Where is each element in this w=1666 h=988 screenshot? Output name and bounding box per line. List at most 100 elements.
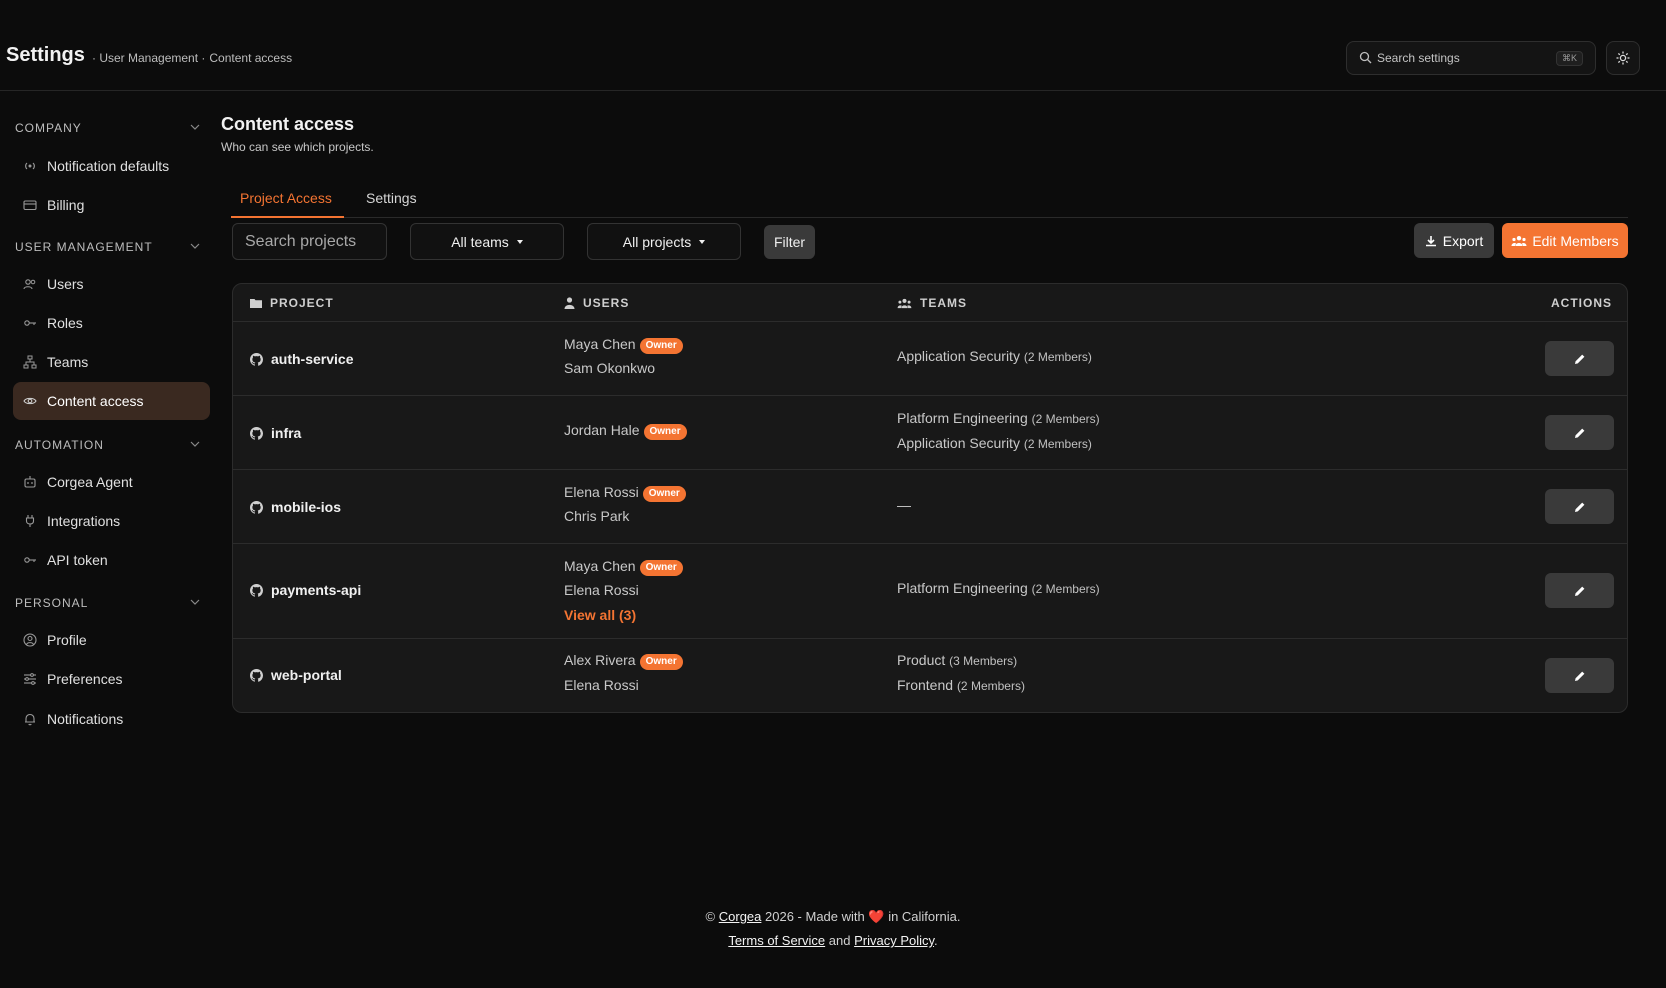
filter-button[interactable]: Filter [764,225,815,259]
owner-badge: Owner [639,560,683,576]
view-all-users-link[interactable]: View all (3) [564,607,636,623]
pencil-icon [1574,671,1584,681]
user-name[interactable]: Jordan Hale [564,422,640,438]
sun-icon [1616,51,1630,65]
section-user-management[interactable]: USER MANAGEMENT [15,240,200,260]
table-header: PROJECT USERS TEAMS ACTIONS [233,284,1627,322]
tab-project-access[interactable]: Project Access [231,190,344,218]
edit-members-label: Edit Members [1532,232,1619,249]
key-icon [24,557,36,563]
team-entry: Application Security (2 Members) [897,435,1092,451]
edit-row-button[interactable] [1545,573,1614,608]
sidebar-item-roles[interactable]: Roles [13,304,210,342]
section-company[interactable]: COMPANY [15,121,200,141]
section-company-label: COMPANY [15,121,82,135]
project-search[interactable] [232,223,387,260]
sidebar-item-label: Corgea Agent [47,474,133,490]
project-name[interactable]: payments-api [250,582,361,598]
edit-members-button[interactable]: Edit Members [1502,223,1628,258]
tab-settings[interactable]: Settings [366,190,417,218]
user-name[interactable]: Elena Rossi [564,677,639,693]
chevron-down-icon [190,599,200,605]
team-name[interactable]: Product [897,652,945,668]
sidebar-item-api-token[interactable]: API token [13,541,210,579]
team-name[interactable]: Application Security [897,435,1020,451]
project-name[interactable]: mobile-ios [250,499,341,515]
corgea-link[interactable]: Corgea [719,909,762,924]
section-automation[interactable]: AUTOMATION [15,438,200,458]
project-name[interactable]: infra [250,425,301,441]
team-name[interactable]: Frontend [897,677,953,693]
user-name[interactable]: Chris Park [564,508,629,524]
project-search-input[interactable] [245,232,375,251]
teams-select[interactable]: All teams [410,223,564,260]
team-member-count: (2 Members) [956,679,1025,693]
team-name[interactable]: Platform Engineering [897,580,1028,596]
user-name[interactable]: Sam Okonkwo [564,360,655,376]
column-actions: ACTIONS [1551,296,1612,310]
sidebar-item-teams[interactable]: Teams [13,343,210,381]
users-group-icon [1511,235,1527,246]
project-name[interactable]: auth-service [250,351,353,367]
chevron-down-icon [190,243,200,249]
table-row: payments-api Maya Chen Owner Elena Rossi … [233,544,1627,639]
edit-row-button[interactable] [1545,341,1614,376]
page-title: Settings [6,44,85,66]
team-name[interactable]: Platform Engineering [897,410,1028,426]
settings-search-input[interactable] [1377,49,1547,67]
sidebar-item-label: Content access [47,393,144,409]
sidebar-item-profile[interactable]: Profile [13,621,210,659]
user-name[interactable]: Alex Rivera [564,652,636,668]
github-icon [250,426,263,440]
user-name[interactable]: Elena Rossi [564,582,639,598]
team-entry: Platform Engineering (2 Members) [897,580,1100,596]
top-bar: Settings · User Management · Content acce… [0,0,1666,91]
team-member-count: (2 Members) [1031,412,1100,426]
broadcast-icon [25,162,35,170]
theme-toggle-button[interactable] [1606,41,1640,75]
sidebar-item-label: Profile [47,632,87,648]
users-icon [23,279,36,290]
sidebar-item-billing[interactable]: Billing [13,186,210,224]
projects-select[interactable]: All projects [587,223,741,260]
edit-row-button[interactable] [1545,658,1614,693]
search-shortcut: ⌘K [1555,51,1583,66]
content-subtitle: Who can see which projects. [221,140,374,154]
sidebar-item-corgea-agent[interactable]: Corgea Agent [13,463,210,501]
breadcrumb-user-management[interactable]: · User Management · [92,51,205,65]
column-users-label: USERS [583,296,630,310]
caret-down-icon [699,239,706,244]
edit-row-button[interactable] [1545,489,1614,524]
sidebar-item-notifications[interactable]: Notifications [13,700,210,738]
made-with-text: 2026 - Made with [765,909,865,924]
footer: © Corgea 2026 - Made with ❤️ in Californ… [0,909,1666,948]
user-name[interactable]: Maya Chen [564,558,636,574]
user-name[interactable]: Maya Chen [564,336,636,352]
project-name[interactable]: web-portal [250,667,342,683]
sidebar-item-notification-defaults[interactable]: Notification defaults [13,147,210,185]
github-icon [250,352,263,366]
team-name[interactable]: Application Security [897,348,1020,364]
plug-icon [25,515,35,527]
settings-search[interactable]: ⌘K [1346,41,1596,75]
sidebar-item-label: Preferences [47,671,123,687]
github-icon [250,668,263,682]
export-button[interactable]: Export [1414,223,1494,258]
table-row: mobile-ios Elena Rossi Owner Chris Park — [233,470,1627,544]
edit-row-button[interactable] [1545,415,1614,450]
credit-card-icon [23,200,37,211]
footer-line-2: Terms of Service and Privacy Policy. [0,933,1666,948]
sidebar-item-preferences[interactable]: Preferences [13,660,210,698]
github-icon [250,583,263,597]
content-title: Content access [221,114,355,134]
sidebar-item-label: Notifications [47,711,124,727]
terms-link[interactable]: Terms of Service [728,933,825,948]
section-personal[interactable]: PERSONAL [15,596,200,616]
pencil-icon [1574,428,1584,438]
privacy-link[interactable]: Privacy Policy [854,933,934,948]
user-entry: Chris Park [564,508,629,524]
user-name[interactable]: Elena Rossi [564,484,639,500]
sidebar-item-integrations[interactable]: Integrations [13,502,210,540]
sidebar-item-content-access[interactable]: Content access [13,382,210,420]
sidebar-item-users[interactable]: Users [13,265,210,303]
